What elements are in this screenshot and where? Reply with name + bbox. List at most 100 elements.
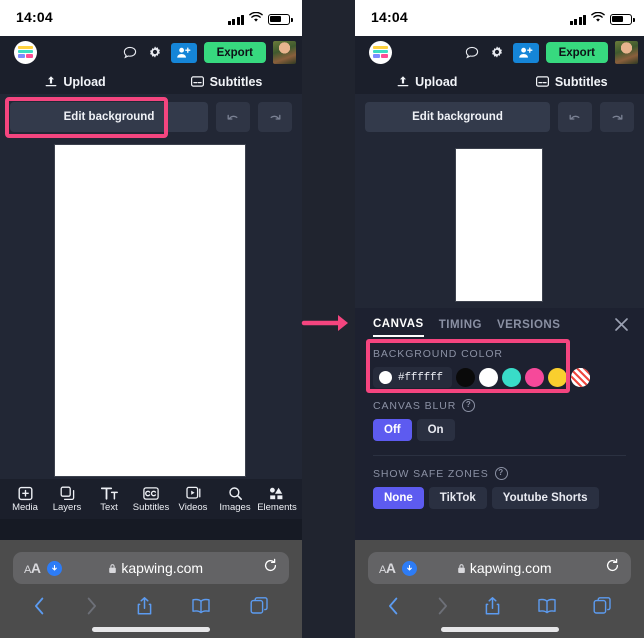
url-bar[interactable]: AA kapwing.com [368, 552, 631, 584]
panel-tabs: CANVAS TIMING VERSIONS [355, 308, 644, 337]
canvas-sheet[interactable] [55, 145, 245, 476]
browser-nav-row [0, 592, 302, 624]
current-color-chip[interactable]: #ffffff [373, 367, 452, 388]
canvas-blur-section: CANVAS BLUR ? Off On [355, 399, 644, 441]
close-icon[interactable] [613, 316, 630, 333]
screenshot-stage: 14:04 Export Upload Subtitles Edit backg… [0, 0, 644, 638]
blur-option-on[interactable]: On [416, 419, 455, 441]
upload-label: Upload [63, 74, 106, 89]
subtitles-button[interactable]: Subtitles [151, 75, 302, 89]
blur-option-off[interactable]: Off [373, 419, 412, 441]
add-collaborator-button[interactable] [512, 42, 539, 63]
tool-layers[interactable]: Layers [46, 486, 88, 513]
help-icon[interactable]: ? [462, 399, 476, 412]
safe-zone-option-none[interactable]: None [373, 487, 424, 509]
user-avatar[interactable] [273, 41, 296, 64]
share-button[interactable] [484, 596, 501, 621]
editor-canvas-area[interactable] [355, 142, 644, 308]
comment-icon[interactable] [121, 44, 139, 62]
safe-zones-section: SHOW SAFE ZONES ? None TikTok Youtube Sh… [355, 467, 644, 509]
tab-timing[interactable]: TIMING [439, 319, 482, 336]
forward-button [85, 596, 98, 621]
bottom-tool-strip: Media Layers Text Subtitles Videos Image… [0, 479, 302, 519]
tab-versions[interactable]: VERSIONS [497, 319, 560, 336]
gear-icon[interactable] [146, 44, 164, 62]
redo-button[interactable] [600, 102, 634, 132]
text-size-button[interactable]: AA [24, 560, 41, 576]
back-button[interactable] [33, 596, 46, 621]
flow-arrow-icon [300, 310, 356, 336]
export-button[interactable]: Export [545, 42, 608, 63]
header-actions: Export [121, 36, 296, 69]
swatch-transparent[interactable] [570, 368, 590, 387]
user-avatar[interactable] [615, 41, 638, 64]
safe-zone-option-tiktok[interactable]: TikTok [428, 487, 487, 509]
tool-label: Images [219, 501, 251, 513]
comment-icon[interactable] [463, 44, 481, 62]
undo-button[interactable] [216, 102, 250, 132]
tool-label: Elements [257, 501, 297, 513]
tool-elements[interactable]: Elements [256, 486, 298, 513]
redo-button[interactable] [258, 102, 292, 132]
share-button[interactable] [136, 596, 153, 621]
url-text-group[interactable]: kapwing.com [403, 560, 605, 576]
tool-media[interactable]: Media [4, 486, 46, 513]
lock-icon [109, 563, 117, 573]
bookmarks-button[interactable] [537, 597, 557, 620]
reload-icon[interactable] [605, 558, 620, 578]
elements-icon [269, 486, 285, 501]
tab-canvas[interactable]: CANVAS [373, 318, 424, 337]
tabs-button[interactable] [593, 596, 612, 620]
swatch-pink[interactable] [524, 368, 544, 387]
canvas-settings-panel: CANVAS TIMING VERSIONS BACKGROUND COLOR … [355, 308, 644, 547]
undo-button[interactable] [558, 102, 592, 132]
editor-canvas-area[interactable] [0, 142, 302, 479]
app-header: Export [0, 36, 302, 69]
swatch-yellow[interactable] [547, 368, 567, 387]
subtitles-button[interactable]: Subtitles [500, 75, 644, 89]
kapwing-logo-icon[interactable] [369, 41, 392, 64]
edit-background-row: Edit background [355, 94, 644, 142]
tool-text[interactable]: Text [88, 486, 130, 513]
kapwing-logo-icon[interactable] [14, 41, 37, 64]
color-swatch-row: #ffffff [373, 367, 626, 388]
upload-button[interactable]: Upload [0, 75, 151, 89]
tool-label: Layers [52, 501, 82, 513]
media-plus-icon [18, 486, 33, 501]
text-icon [100, 486, 118, 501]
battery-icon [610, 13, 635, 25]
url-text-group[interactable]: kapwing.com [48, 560, 263, 576]
text-size-button[interactable]: AA [379, 560, 396, 576]
upload-icon [397, 75, 409, 88]
safe-zone-option-youtube-shorts[interactable]: Youtube Shorts [491, 487, 599, 509]
subtitles-label: Subtitles [209, 74, 263, 89]
add-collaborator-button[interactable] [170, 42, 197, 63]
help-icon[interactable]: ? [494, 467, 508, 480]
url-bar[interactable]: AA kapwing.com [13, 552, 289, 584]
panel-divider [373, 455, 626, 456]
swatch-teal[interactable] [501, 368, 521, 387]
edit-background-button[interactable]: Edit background [365, 102, 550, 132]
sub-toolbar: Upload Subtitles [0, 69, 302, 94]
current-color-dot [379, 371, 392, 384]
tabs-button[interactable] [250, 596, 269, 620]
cellular-signal-icon [569, 14, 586, 25]
edit-background-button[interactable]: Edit background [10, 102, 208, 132]
bookmarks-button[interactable] [191, 597, 211, 620]
battery-icon [268, 13, 293, 25]
phone-screenshot-left: 14:04 Export Upload Subtitles Edit backg… [0, 0, 302, 638]
tool-images[interactable]: Images [214, 486, 256, 513]
canvas-blur-options: Off On [373, 419, 626, 441]
tool-subtitles[interactable]: Subtitles [130, 486, 172, 513]
wifi-icon [591, 10, 605, 28]
tool-videos[interactable]: Videos [172, 486, 214, 513]
swatch-black[interactable] [455, 368, 475, 387]
gear-icon[interactable] [488, 44, 506, 62]
upload-button[interactable]: Upload [355, 75, 500, 89]
back-button[interactable] [387, 596, 400, 621]
export-button[interactable]: Export [203, 42, 266, 63]
canvas-sheet[interactable] [456, 149, 542, 301]
swatch-white[interactable] [478, 368, 498, 387]
safari-browser-chrome: AA kapwing.com [0, 540, 302, 638]
reload-icon[interactable] [263, 558, 278, 578]
